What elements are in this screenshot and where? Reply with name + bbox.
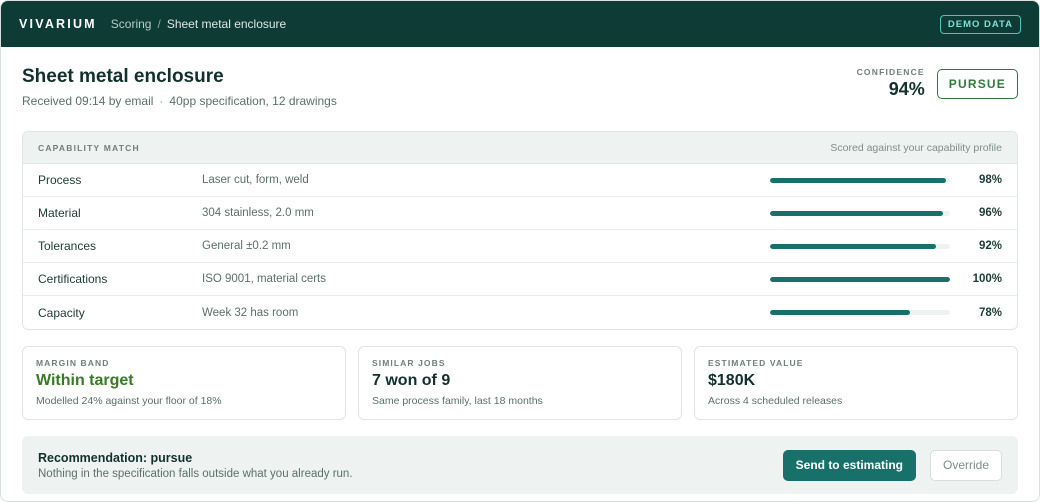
recommendation-actions: Send to estimating Override bbox=[782, 449, 1002, 481]
capability-detail: Week 32 has room bbox=[202, 306, 299, 319]
stat-label: MARGIN BAND bbox=[36, 358, 110, 368]
recommendation-note: Nothing in the specification falls outsi… bbox=[38, 467, 353, 480]
pursue-status-badge: PURSUE bbox=[936, 68, 1018, 99]
capability-name: Process bbox=[38, 173, 82, 187]
capability-percent: 96% bbox=[978, 207, 1002, 219]
stat-value: Within target bbox=[36, 372, 134, 389]
capability-bar-fill bbox=[770, 276, 950, 282]
stat-note: Across 4 scheduled releases bbox=[708, 395, 843, 407]
page-subtitle: Received 09:14 by email · 40pp specifica… bbox=[22, 94, 337, 108]
capability-name: Tolerances bbox=[38, 239, 97, 253]
breadcrumb-separator: / bbox=[157, 17, 161, 31]
capability-bar bbox=[770, 243, 950, 249]
capability-label: CAPABILITY MATCH bbox=[38, 142, 140, 153]
capability-bar-fill bbox=[770, 310, 911, 315]
capability-bar-fill bbox=[770, 210, 943, 216]
capability-detail: General ±0.2 mm bbox=[202, 240, 291, 252]
capability-row: Material 304 stainless, 2.0 mm 96% bbox=[23, 197, 1017, 230]
capability-percent: 98% bbox=[978, 174, 1002, 186]
confidence-value: 94% bbox=[888, 79, 925, 99]
breadcrumb-scoring[interactable]: Scoring bbox=[111, 17, 152, 31]
page-title: Sheet metal enclosure bbox=[22, 66, 224, 87]
stats-row: MARGIN BAND Within target Modelled 24% a… bbox=[22, 346, 1018, 420]
confidence-block: CONFIDENCE 94% bbox=[857, 67, 925, 100]
stat-label: SIMILAR JOBS bbox=[372, 358, 446, 368]
capability-rows: Process Laser cut, form, weld 98% Materi… bbox=[23, 164, 1017, 329]
demo-data-badge: DEMO DATA bbox=[939, 14, 1021, 34]
stat-value: 7 won of 9 bbox=[372, 372, 451, 389]
capability-bar bbox=[770, 310, 950, 315]
confidence-label: CONFIDENCE bbox=[856, 67, 925, 77]
capability-match-card: CAPABILITY MATCH Scored against your cap… bbox=[22, 131, 1018, 330]
capability-row: Certifications ISO 9001, material certs … bbox=[23, 263, 1017, 296]
subtitle-separator: · bbox=[159, 94, 164, 108]
capability-name: Capacity bbox=[38, 305, 85, 320]
capability-row: Process Laser cut, form, weld 98% bbox=[23, 164, 1017, 197]
recommendation-title: Recommendation: pursue bbox=[38, 450, 193, 465]
capability-detail: 304 stainless, 2.0 mm bbox=[202, 207, 314, 219]
override-button[interactable]: Override bbox=[929, 449, 1002, 481]
capability-bar bbox=[770, 276, 950, 282]
capability-detail: Laser cut, form, weld bbox=[202, 174, 309, 186]
spec-info: 40pp specification, 12 drawings bbox=[169, 94, 337, 108]
stat-value: $180K bbox=[708, 372, 756, 389]
capability-row: Tolerances General ±0.2 mm 92% bbox=[23, 230, 1017, 263]
capability-bar bbox=[770, 177, 950, 183]
breadcrumb: Scoring / Sheet metal enclosure bbox=[111, 17, 286, 31]
stat-label: ESTIMATED VALUE bbox=[708, 358, 804, 368]
capability-percent: 78% bbox=[978, 306, 1002, 319]
app-window: VIVARIUM Scoring / Sheet metal enclosure… bbox=[0, 0, 1040, 502]
brand-logo[interactable]: VIVARIUM bbox=[19, 17, 97, 31]
capability-bar-fill bbox=[770, 243, 936, 249]
capability-bar bbox=[770, 210, 950, 216]
capability-percent: 100% bbox=[972, 273, 1002, 285]
capability-note: Scored against your capability profile bbox=[830, 141, 1002, 154]
capability-detail: ISO 9001, material certs bbox=[202, 273, 326, 285]
breadcrumb-current: Sheet metal enclosure bbox=[166, 17, 287, 31]
received-info: Received 09:14 by email bbox=[22, 94, 154, 108]
send-to-estimating-button[interactable]: Send to estimating bbox=[782, 449, 916, 481]
page-header: Sheet metal enclosure Received 09:14 by … bbox=[22, 65, 1018, 119]
capability-percent: 92% bbox=[978, 240, 1002, 252]
stat-note: Modelled 24% against your floor of 18% bbox=[36, 395, 222, 407]
recommendation-panel: Recommendation: pursue Nothing in the sp… bbox=[22, 436, 1018, 494]
stat-similar-jobs: SIMILAR JOBS 7 won of 9 Same process fam… bbox=[358, 346, 682, 420]
capability-header: CAPABILITY MATCH Scored against your cap… bbox=[23, 132, 1017, 164]
stat-note: Same process family, last 18 months bbox=[372, 395, 543, 407]
stat-estimated-value: ESTIMATED VALUE $180K Across 4 scheduled… bbox=[694, 346, 1018, 420]
main-content: Sheet metal enclosure Received 09:14 by … bbox=[1, 47, 1039, 494]
stat-margin-band: MARGIN BAND Within target Modelled 24% a… bbox=[22, 346, 346, 420]
capability-name: Material bbox=[38, 206, 81, 220]
header-summary: CONFIDENCE 94% PURSUE bbox=[857, 67, 1018, 100]
capability-name: Certifications bbox=[38, 272, 108, 286]
top-bar: VIVARIUM Scoring / Sheet metal enclosure… bbox=[1, 1, 1039, 47]
capability-bar-fill bbox=[770, 177, 947, 183]
capability-row: Capacity Week 32 has room 78% bbox=[23, 296, 1017, 329]
